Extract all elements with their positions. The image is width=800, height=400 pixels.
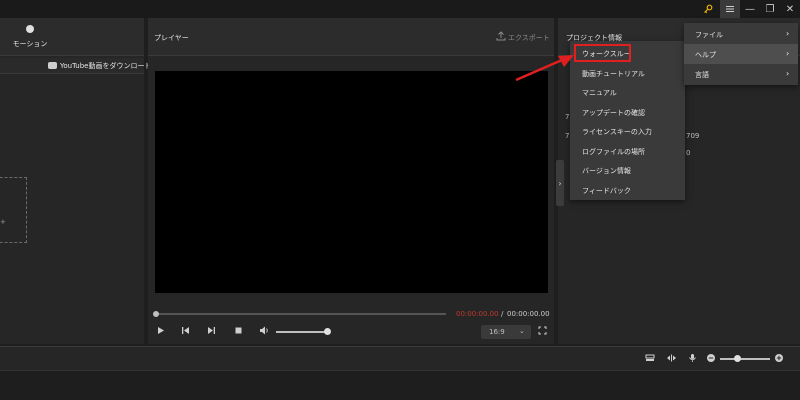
tab-motion[interactable]: モーション — [0, 18, 144, 56]
seek-bar[interactable] — [156, 313, 446, 315]
chevron-down-icon: ⌄ — [519, 327, 525, 335]
total-timecode: 00:00:00.00 — [507, 310, 550, 318]
maximize-button[interactable]: ❐ — [760, 0, 780, 18]
add-media-plus-icon: + — [0, 218, 6, 226]
menu-item-label: バージョン情報 — [582, 167, 631, 175]
menu-item-language[interactable]: 言語 › — [684, 64, 798, 84]
current-timecode: 00:00:00.00 — [456, 310, 499, 318]
aspect-ratio-value: 16:9 — [489, 328, 505, 336]
menu-item-log-location[interactable]: ログファイルの場所 — [570, 141, 685, 161]
player-title: プレイヤー — [154, 34, 189, 42]
timeline-track-area[interactable] — [0, 370, 800, 400]
help-submenu: ウォークスルー 動画チュートリアル マニュアル アップデートの確認 ライセンスキ… — [570, 41, 685, 200]
info-fragment: 0 — [686, 149, 691, 157]
collapse-panel-handle[interactable]: › — [556, 160, 564, 206]
info-fragment: 709 — [686, 132, 700, 140]
chevron-right-icon: › — [786, 69, 790, 78]
menu-item-label: ファイル — [695, 31, 723, 39]
timeline-zoom-handle[interactable] — [734, 355, 741, 362]
export-button[interactable]: エクスポート — [508, 33, 550, 43]
fit-width-icon[interactable] — [666, 353, 677, 366]
previous-frame-icon[interactable] — [181, 326, 190, 338]
menu-item-label: フィードバック — [582, 186, 631, 195]
volume-handle[interactable] — [323, 328, 331, 335]
main-menu: ファイル › ヘルプ › 言語 › — [684, 23, 798, 85]
youtube-download-label: YouTube動画をダウンロード — [60, 62, 152, 70]
menu-item-enter-license[interactable]: ライセンスキーの入力 — [570, 121, 685, 141]
video-preview — [155, 71, 548, 293]
menu-item-help[interactable]: ヘルプ › — [684, 44, 798, 64]
stop-icon[interactable] — [234, 326, 243, 338]
menu-item-label: アップデートの確認 — [582, 108, 645, 117]
menu-item-label: ログファイルの場所 — [582, 147, 645, 156]
seek-handle[interactable] — [153, 311, 159, 317]
menu-item-label: ヘルプ — [695, 51, 716, 59]
youtube-icon — [48, 62, 57, 69]
player-header: プレイヤー エクスポート — [148, 18, 554, 56]
next-frame-icon[interactable] — [207, 326, 216, 338]
aspect-ratio-select[interactable]: 16:9 ⌄ — [481, 325, 531, 339]
menu-item-file[interactable]: ファイル › — [684, 24, 798, 44]
menu-item-feedback[interactable]: フィードバック — [570, 180, 685, 200]
window-title-bar: — ❐ ✕ — [0, 0, 800, 18]
chevron-right-icon: › — [786, 29, 790, 38]
menu-item-video-tutorial[interactable]: 動画チュートリアル — [570, 63, 685, 83]
minimize-button[interactable]: — — [740, 0, 760, 18]
menu-item-check-updates[interactable]: アップデートの確認 — [570, 102, 685, 122]
menu-item-manual[interactable]: マニュアル — [570, 82, 685, 102]
zoom-in-icon[interactable] — [774, 353, 784, 366]
tab-motion-label: モーション — [12, 40, 48, 48]
chevron-right-icon: › — [558, 178, 562, 188]
snapshot-icon[interactable] — [645, 353, 655, 366]
youtube-download-button[interactable]: YouTube動画をダウンロード — [0, 58, 151, 74]
media-drop-zone[interactable] — [0, 177, 27, 243]
key-icon[interactable] — [698, 0, 718, 18]
microphone-icon[interactable] — [688, 353, 697, 366]
callout-arrow-icon — [515, 55, 574, 82]
menu-item-version-info[interactable]: バージョン情報 — [570, 160, 685, 180]
menu-item-label: ライセンスキーの入力 — [582, 128, 652, 136]
volume-slider[interactable] — [276, 331, 330, 333]
play-icon[interactable] — [156, 326, 165, 338]
motion-icon — [26, 25, 34, 33]
menu-item-label: マニュアル — [582, 89, 617, 97]
media-panel: モーション YouTube動画をダウンロード + — [0, 18, 151, 344]
zoom-out-icon[interactable] — [706, 353, 716, 366]
fullscreen-icon[interactable] — [538, 326, 547, 338]
menu-item-label: 動画チュートリアル — [582, 69, 645, 78]
timeline-toolbar — [0, 346, 800, 370]
chevron-right-icon: › — [786, 49, 790, 58]
player-panel: プレイヤー エクスポート 00:00:00.00 / 00:00:00.00 1… — [148, 18, 554, 344]
close-button[interactable]: ✕ — [780, 0, 800, 18]
hamburger-menu-button[interactable] — [720, 0, 740, 18]
hamburger-icon — [726, 6, 734, 12]
timeline-zoom-slider[interactable] — [720, 358, 770, 360]
highlight-box — [574, 44, 631, 62]
export-icon[interactable] — [496, 31, 506, 44]
timecode-separator: / — [501, 310, 504, 318]
menu-item-label: 言語 — [695, 71, 709, 79]
info-fragment: 7 — [565, 132, 570, 140]
info-fragment: 7 — [565, 113, 570, 121]
volume-icon[interactable] — [259, 326, 270, 338]
